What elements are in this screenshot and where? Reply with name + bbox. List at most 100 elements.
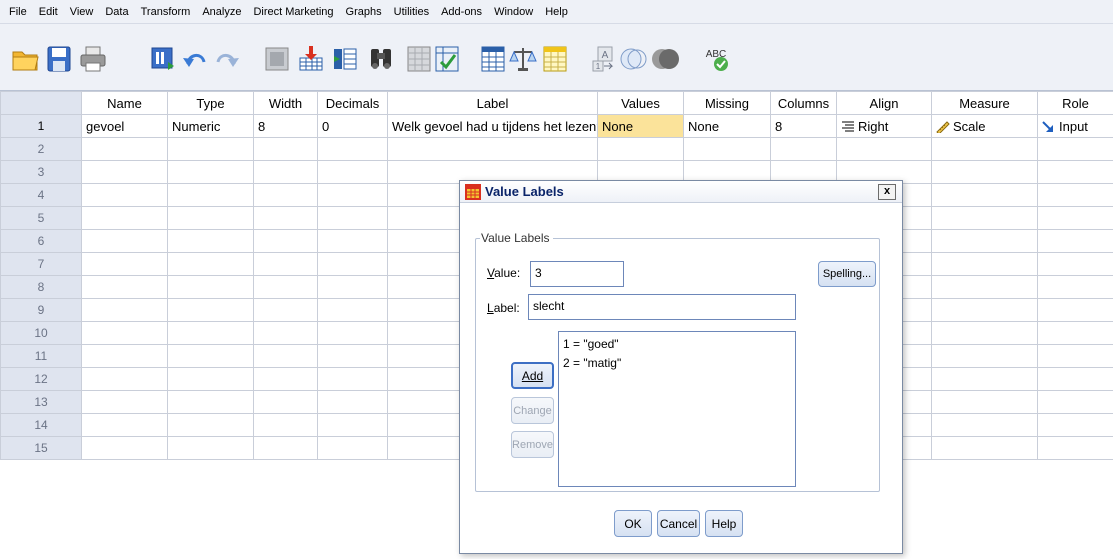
- change-button[interactable]: Change: [511, 397, 554, 424]
- row-number[interactable]: 6: [0, 229, 82, 253]
- cell-columns[interactable]: 8: [770, 114, 837, 138]
- empty-cell[interactable]: [317, 229, 388, 253]
- empty-cell[interactable]: [81, 275, 168, 299]
- empty-cell[interactable]: [931, 183, 1038, 207]
- row-number[interactable]: 12: [0, 367, 82, 391]
- value-labels-list[interactable]: 1 = "goed" 2 = "matig": [558, 331, 796, 487]
- empty-cell[interactable]: [167, 137, 254, 161]
- remove-button[interactable]: Remove: [511, 431, 554, 458]
- empty-cell[interactable]: [167, 206, 254, 230]
- empty-cell[interactable]: [317, 137, 388, 161]
- col-header-width[interactable]: Width: [253, 91, 318, 115]
- empty-cell[interactable]: [167, 367, 254, 391]
- add-button[interactable]: Add: [511, 362, 554, 389]
- empty-cell[interactable]: [81, 137, 168, 161]
- empty-cell[interactable]: [81, 183, 168, 207]
- value-input[interactable]: 3: [530, 261, 624, 287]
- empty-cell[interactable]: [1037, 160, 1113, 184]
- empty-cell[interactable]: [253, 367, 318, 391]
- cell-label[interactable]: Welk gevoel had u tijdens het lezen?: [387, 114, 598, 138]
- cell-values[interactable]: None: [597, 114, 684, 138]
- menu-utilities[interactable]: Utilities: [388, 6, 435, 18]
- col-header-label[interactable]: Label: [387, 91, 598, 115]
- list-item[interactable]: 2 = "matig": [563, 354, 791, 373]
- empty-cell[interactable]: [253, 252, 318, 276]
- row-number[interactable]: 7: [0, 252, 82, 276]
- empty-cell[interactable]: [81, 436, 168, 460]
- empty-cell[interactable]: [253, 298, 318, 322]
- row-number[interactable]: 8: [0, 275, 82, 299]
- empty-cell[interactable]: [253, 436, 318, 460]
- row-number[interactable]: 9: [0, 298, 82, 322]
- empty-cell[interactable]: [253, 275, 318, 299]
- empty-cell[interactable]: [253, 183, 318, 207]
- empty-cell[interactable]: [253, 206, 318, 230]
- col-header-role[interactable]: Role: [1037, 91, 1113, 115]
- empty-cell[interactable]: [1037, 252, 1113, 276]
- empty-cell[interactable]: [931, 344, 1038, 368]
- empty-cell[interactable]: [167, 275, 254, 299]
- row-number[interactable]: 2: [0, 137, 82, 161]
- use-sets-icon[interactable]: [618, 44, 648, 74]
- empty-cell[interactable]: [931, 275, 1038, 299]
- undo-icon[interactable]: [180, 44, 210, 74]
- empty-cell[interactable]: [81, 252, 168, 276]
- col-header-values[interactable]: Values: [597, 91, 684, 115]
- goto-case-icon[interactable]: [262, 44, 292, 74]
- empty-cell[interactable]: [317, 160, 388, 184]
- row-number[interactable]: 4: [0, 183, 82, 207]
- empty-cell[interactable]: [253, 160, 318, 184]
- empty-cell[interactable]: [931, 137, 1038, 161]
- empty-cell[interactable]: [1037, 275, 1113, 299]
- open-folder-icon[interactable]: [10, 44, 40, 74]
- empty-cell[interactable]: [167, 160, 254, 184]
- empty-cell[interactable]: [931, 321, 1038, 345]
- row-number[interactable]: 15: [0, 436, 82, 460]
- menu-data[interactable]: Data: [99, 6, 134, 18]
- empty-cell[interactable]: [81, 344, 168, 368]
- select-cases-icon[interactable]: [540, 44, 570, 74]
- empty-cell[interactable]: [597, 137, 684, 161]
- empty-cell[interactable]: [317, 298, 388, 322]
- empty-cell[interactable]: [317, 344, 388, 368]
- col-header-columns[interactable]: Columns: [770, 91, 837, 115]
- row-number[interactable]: 3: [0, 160, 82, 184]
- menu-file[interactable]: File: [3, 6, 33, 18]
- empty-cell[interactable]: [81, 160, 168, 184]
- menu-window[interactable]: Window: [488, 6, 539, 18]
- menu-view[interactable]: View: [64, 6, 100, 18]
- cell-width[interactable]: 8: [253, 114, 318, 138]
- cell-role[interactable]: Input: [1037, 114, 1113, 138]
- empty-cell[interactable]: [1037, 390, 1113, 414]
- empty-cell[interactable]: [931, 252, 1038, 276]
- help-button[interactable]: Help: [705, 510, 743, 537]
- empty-cell[interactable]: [1037, 344, 1113, 368]
- row-number[interactable]: 11: [0, 344, 82, 368]
- empty-cell[interactable]: [167, 183, 254, 207]
- empty-cell[interactable]: [317, 367, 388, 391]
- empty-cell[interactable]: [931, 390, 1038, 414]
- empty-cell[interactable]: [317, 321, 388, 345]
- empty-cell[interactable]: [317, 436, 388, 460]
- recall-dialog-icon[interactable]: [148, 44, 178, 74]
- spelling-button[interactable]: Spelling...: [818, 261, 876, 287]
- empty-cell[interactable]: [167, 436, 254, 460]
- empty-cell[interactable]: [317, 183, 388, 207]
- empty-cell[interactable]: [1037, 137, 1113, 161]
- variables-icon[interactable]: [330, 44, 360, 74]
- find-icon[interactable]: [366, 44, 396, 74]
- empty-cell[interactable]: [1037, 413, 1113, 437]
- empty-cell[interactable]: [1037, 367, 1113, 391]
- col-header-measure[interactable]: Measure: [931, 91, 1038, 115]
- empty-cell[interactable]: [931, 206, 1038, 230]
- col-header-type[interactable]: Type: [167, 91, 254, 115]
- empty-cell[interactable]: [81, 390, 168, 414]
- empty-cell[interactable]: [81, 206, 168, 230]
- print-icon[interactable]: [78, 44, 108, 74]
- col-header-name[interactable]: Name: [81, 91, 168, 115]
- empty-cell[interactable]: [167, 413, 254, 437]
- empty-cell[interactable]: [81, 367, 168, 391]
- cell-name[interactable]: gevoel: [81, 114, 168, 138]
- empty-cell[interactable]: [1037, 436, 1113, 460]
- menu-help[interactable]: Help: [539, 6, 574, 18]
